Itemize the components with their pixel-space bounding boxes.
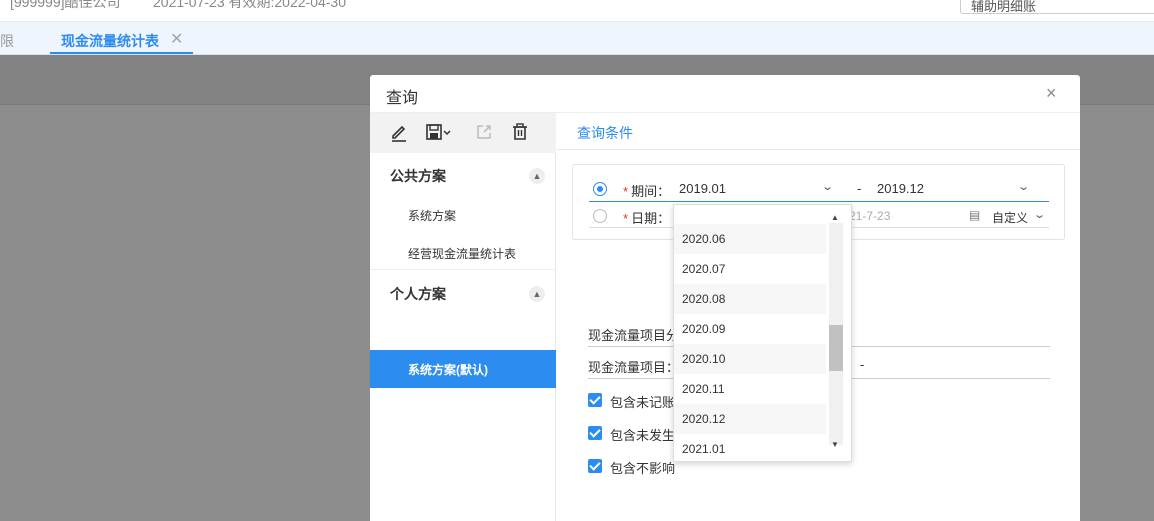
dropdown-option[interactable]: 2020.12 — [674, 404, 826, 434]
scheme-toolbar — [370, 113, 556, 153]
tab-cash-flow-report[interactable]: 现金流量统计表 ✕ — [50, 22, 193, 54]
share-icon[interactable] — [473, 121, 495, 143]
dropdown-option[interactable]: 2020.11 — [674, 374, 826, 404]
chevron-down-icon[interactable]: ⌄ — [821, 180, 834, 193]
dropdown-option[interactable]: 2020.09 — [674, 314, 826, 344]
include-unoccurred-checkbox[interactable] — [588, 426, 602, 440]
period-from-select[interactable]: 2019.01 — [679, 181, 726, 196]
scheme-item-label: 系统方案(默认) — [408, 363, 488, 377]
tab-close-icon[interactable]: ✕ — [170, 29, 183, 49]
date-custom-select[interactable]: 自定义 — [992, 209, 1028, 226]
scheme-item[interactable]: 系统方案 — [408, 207, 456, 224]
cash-flow-category-label: 现金流量项目分 — [588, 328, 680, 343]
date-validity: 2021-07-23 有效期:2022-04-30 — [153, 0, 347, 10]
include-unposted-label: 包含未记账 — [610, 395, 676, 410]
scroll-up-icon[interactable]: ▲ — [831, 213, 839, 222]
tab-divider — [557, 149, 1080, 150]
tab-query-conditions[interactable]: 查询条件 — [577, 123, 633, 143]
calendar-icon[interactable]: ▤ — [969, 208, 980, 222]
dropdown-option[interactable]: 2021.01 — [674, 434, 826, 464]
chevron-up-icon[interactable]: ▲ — [529, 168, 545, 184]
save-icon[interactable] — [424, 121, 454, 143]
date-to-value[interactable]: 21-7-23 — [849, 209, 890, 223]
period-to-select[interactable]: 2019.12 — [877, 181, 924, 196]
period-underline — [589, 201, 1049, 202]
chevron-down-icon[interactable]: ⌄ — [1033, 208, 1046, 221]
period-radio[interactable] — [593, 182, 607, 196]
search-input[interactable]: 辅助明细账 — [960, 0, 1154, 14]
scroll-down-icon[interactable]: ▼ — [831, 440, 839, 449]
date-radio[interactable] — [593, 209, 607, 223]
dialog-title: 查询 — [386, 90, 419, 107]
search-input-value: 辅助明细账 — [971, 0, 1037, 14]
period-dropdown-list: 2020.06 2020.07 2020.08 2020.09 2020.10 … — [673, 204, 852, 462]
close-icon[interactable]: × — [1046, 83, 1057, 104]
dropdown-option[interactable]: 2020.08 — [674, 284, 826, 314]
personal-scheme-title: 个人方案 — [390, 286, 446, 302]
app-header: [999999]酷佳公司 2021-07-23 有效期:2022-04-30 辅… — [0, 0, 1154, 22]
include-unposted-checkbox[interactable] — [588, 393, 602, 407]
scheme-item-selected[interactable]: 系统方案(默认) — [370, 350, 556, 388]
scheme-panel: 公共方案 ▲ 系统方案 经营现金流量统计表 个人方案 ▲ 系统方案(默认) — [370, 113, 556, 521]
dialog-header: 查询 × — [370, 75, 1080, 113]
trash-icon[interactable] — [509, 121, 531, 143]
company-name: [999999]酷佳公司 — [10, 0, 121, 10]
tab-bar: 限 现金流量统计表 ✕ — [0, 22, 1154, 55]
dropdown-option[interactable]: 2020.10 — [674, 344, 826, 374]
period-label: * 期间： — [623, 184, 671, 199]
scrollbar-thumb[interactable] — [829, 325, 843, 371]
include-no-impact-checkbox[interactable] — [588, 459, 602, 473]
cash-flow-item-label: 现金流量项目： — [588, 360, 680, 375]
cash-flow-item-separator: - — [860, 357, 865, 372]
chevron-down-icon[interactable]: ⌄ — [1017, 180, 1030, 193]
include-unoccurred-label: 包含未发生 — [610, 428, 676, 443]
chevron-up-icon[interactable]: ▲ — [529, 286, 545, 302]
period-separator: - — [857, 181, 862, 196]
date-label: * 日期： — [623, 211, 671, 226]
scrollbar-track[interactable] — [829, 223, 843, 445]
tab-previous[interactable]: 限 — [0, 31, 14, 51]
scheme-item[interactable]: 经营现金流量统计表 — [408, 245, 516, 262]
group-divider — [370, 269, 556, 270]
dropdown-option[interactable]: 2020.06 — [674, 224, 826, 254]
include-no-impact-label: 包含不影响 — [610, 461, 676, 476]
dropdown-scrollbar[interactable]: ▲ ▼ — [827, 205, 851, 461]
dropdown-option[interactable]: 2020.07 — [674, 254, 826, 284]
edit-icon[interactable] — [388, 121, 410, 143]
public-scheme-title: 公共方案 — [390, 168, 446, 184]
tab-label: 现金流量统计表 — [61, 33, 159, 49]
